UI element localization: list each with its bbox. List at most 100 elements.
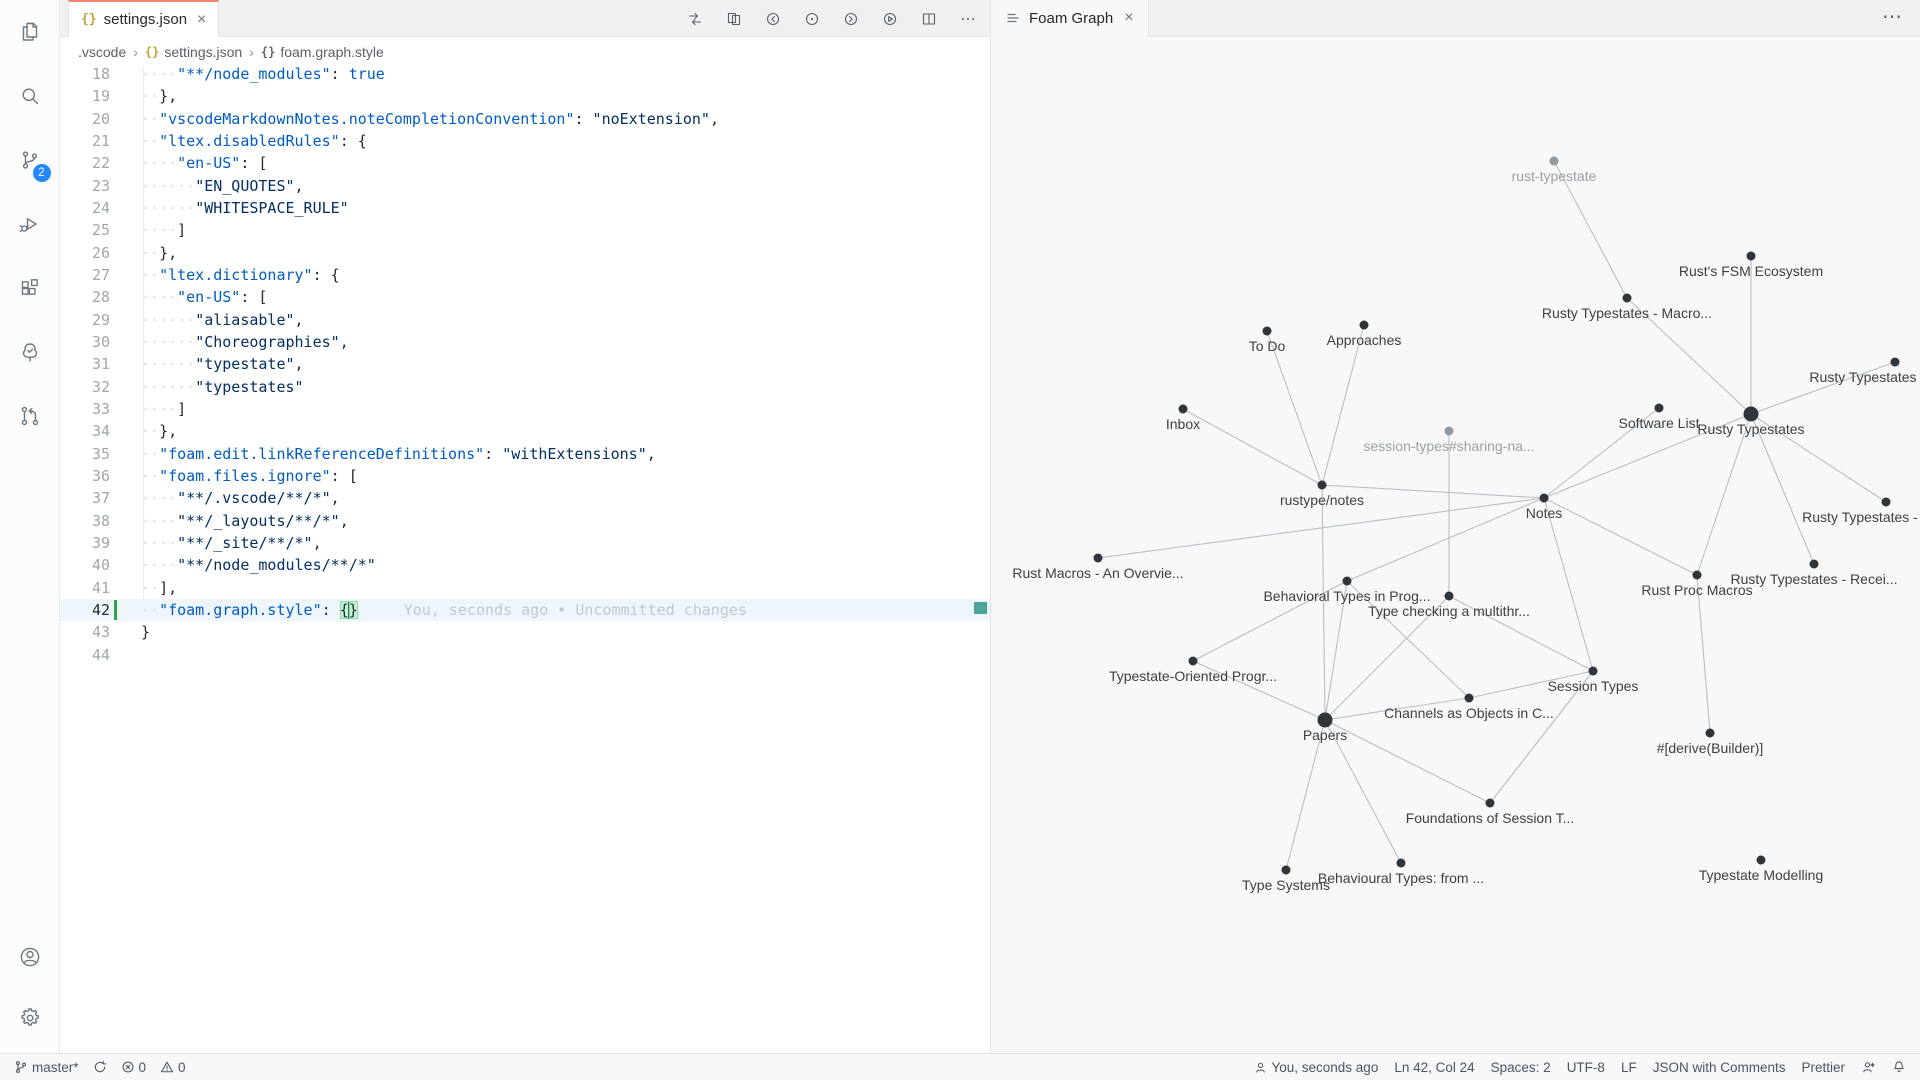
graph-node-rt_big[interactable] <box>1744 407 1759 422</box>
code-line-26[interactable]: 26··}, <box>60 242 990 264</box>
graph-node-rustype[interactable] <box>1318 481 1327 490</box>
open-changes-icon[interactable] <box>687 11 703 27</box>
code-line-27[interactable]: 27··"ltex.dictionary": { <box>60 264 990 286</box>
graph-node-approaches[interactable] <box>1360 321 1369 330</box>
status-commit-author[interactable]: You, seconds ago <box>1254 1060 1378 1075</box>
extensions-icon[interactable] <box>0 256 60 320</box>
more-actions-icon[interactable] <box>960 11 976 27</box>
status-warnings[interactable]: 0 <box>160 1060 186 1075</box>
status-git-branch[interactable]: master* <box>14 1060 79 1075</box>
graph-node-rt_right[interactable] <box>1882 498 1891 507</box>
graph-node-papers[interactable] <box>1318 713 1333 728</box>
graph-node-notes[interactable] <box>1540 494 1549 503</box>
code-editor[interactable]: 18····"**/node_modules": true19··},20··"… <box>60 66 990 1053</box>
tab-close-icon[interactable]: × <box>197 11 206 29</box>
code-line-34[interactable]: 34··}, <box>60 420 990 442</box>
code-line-32[interactable]: 32······"typestates" <box>60 376 990 398</box>
settings-gear-icon[interactable] <box>0 989 60 1053</box>
graph-node-behavioural_from[interactable] <box>1397 859 1406 868</box>
run-debug-icon[interactable] <box>0 192 60 256</box>
code-line-40[interactable]: 40····"**/node_modules/**/*" <box>60 554 990 576</box>
compare-file-icon[interactable] <box>726 11 742 27</box>
split-editor-icon[interactable] <box>921 11 937 27</box>
code-line-44[interactable]: 44 <box>60 644 990 666</box>
code-line-33[interactable]: 33····] <box>60 398 990 420</box>
code-line-41[interactable]: 41··], <box>60 577 990 599</box>
code-line-29[interactable]: 29······"aliasable", <box>60 309 990 331</box>
code-text: ······"WHITESPACE_RULE" <box>141 197 349 219</box>
more-actions-icon[interactable]: ⋯ <box>1882 4 1904 29</box>
breadcrumb-folder[interactable]: .vscode <box>78 44 126 60</box>
graph-node-type_systems[interactable] <box>1282 866 1291 875</box>
graph-node-modelling[interactable] <box>1757 856 1766 865</box>
code-line-21[interactable]: 21··"ltex.disabledRules": { <box>60 130 990 152</box>
graph-node-todo[interactable] <box>1263 327 1272 336</box>
testing-tree-icon[interactable] <box>0 320 60 384</box>
next-change-icon[interactable] <box>843 11 859 27</box>
code-line-37[interactable]: 37····"**/.vscode/**/*", <box>60 487 990 509</box>
status-formatter[interactable]: Prettier <box>1801 1060 1845 1075</box>
code-line-22[interactable]: 22····"en-US": [ <box>60 152 990 174</box>
line-number: 26 <box>60 242 110 264</box>
status-encoding[interactable]: UTF-8 <box>1567 1060 1605 1075</box>
status-sync[interactable] <box>93 1060 107 1074</box>
status-label: master* <box>32 1060 79 1075</box>
code-line-38[interactable]: 38····"**/_layouts/**/*", <box>60 510 990 532</box>
code-text: ····"**/_site/**/*", <box>141 532 322 554</box>
breadcrumb-file[interactable]: {} settings.json <box>145 44 242 60</box>
graph-node-behavioral[interactable] <box>1343 577 1352 586</box>
code-line-30[interactable]: 30······"Choreographies", <box>60 331 990 353</box>
graph-node-rust_typestate[interactable] <box>1550 157 1559 166</box>
code-line-35[interactable]: 35··"foam.edit.linkReferenceDefinitions"… <box>60 443 990 465</box>
status-indentation[interactable]: Spaces: 2 <box>1491 1060 1551 1075</box>
status-language-mode[interactable]: JSON with Comments <box>1653 1060 1786 1075</box>
git-graph-icon[interactable] <box>0 384 60 448</box>
status-feedback[interactable] <box>1861 1060 1876 1074</box>
tab-settings-json[interactable]: {} settings.json × <box>68 0 219 37</box>
graph-node-type_checking[interactable] <box>1445 592 1454 601</box>
code-line-23[interactable]: 23······"EN_QUOTES", <box>60 175 990 197</box>
run-icon[interactable] <box>882 11 898 27</box>
graph-node-rt_tr[interactable] <box>1891 358 1900 367</box>
breadcrumb-symbol[interactable]: {} foam.graph.style <box>261 44 384 60</box>
graph-node-typestate_oriented[interactable] <box>1189 657 1198 666</box>
status-eol[interactable]: LF <box>1621 1060 1637 1075</box>
code-line-19[interactable]: 19··}, <box>60 85 990 107</box>
graph-node-label: Channels as Objects in C... <box>1384 705 1554 721</box>
graph-node-inbox[interactable] <box>1179 405 1188 414</box>
code-line-36[interactable]: 36··"foam.files.ignore": [ <box>60 465 990 487</box>
graph-node-fsm[interactable] <box>1747 252 1756 261</box>
graph-node-rt_recei[interactable] <box>1810 560 1819 569</box>
code-line-43[interactable]: 43} <box>60 621 990 643</box>
status-cursor-position[interactable]: Ln 42, Col 24 <box>1394 1060 1474 1075</box>
status-errors[interactable]: 0 <box>121 1060 147 1075</box>
code-line-28[interactable]: 28····"en-US": [ <box>60 286 990 308</box>
code-line-39[interactable]: 39····"**/_site/**/*", <box>60 532 990 554</box>
explorer-icon[interactable] <box>0 0 60 64</box>
current-change-icon[interactable] <box>804 11 820 27</box>
graph-node-session_types[interactable] <box>1589 667 1598 676</box>
graph-node-channels[interactable] <box>1465 694 1474 703</box>
code-line-20[interactable]: 20··"vscodeMarkdownNotes.noteCompletionC… <box>60 108 990 130</box>
panel-tab-close-icon[interactable]: × <box>1124 9 1133 27</box>
code-line-24[interactable]: 24······"WHITESPACE_RULE" <box>60 197 990 219</box>
graph-node-derive[interactable] <box>1706 729 1715 738</box>
graph-node-foundations[interactable] <box>1486 799 1495 808</box>
knowledge-graph[interactable]: rust-typestateRust's FSM EcosystemRusty … <box>991 37 1920 1053</box>
source-control-icon[interactable]: 2 <box>0 128 60 192</box>
graph-node-macro[interactable] <box>1623 294 1632 303</box>
previous-change-icon[interactable] <box>765 11 781 27</box>
tab-foam-graph[interactable]: Foam Graph × <box>991 0 1149 37</box>
code-line-31[interactable]: 31······"typestate", <box>60 353 990 375</box>
graph-node-proc_macros[interactable] <box>1693 571 1702 580</box>
account-icon[interactable] <box>0 925 60 989</box>
graph-node-sess_sharing[interactable] <box>1445 427 1454 436</box>
status-notifications[interactable] <box>1892 1060 1906 1074</box>
graph-node-software[interactable] <box>1655 404 1664 413</box>
code-line-18[interactable]: 18····"**/node_modules": true <box>60 66 990 85</box>
code-line-42[interactable]: 42··"foam.graph.style": {}You, seconds a… <box>60 599 990 621</box>
search-icon[interactable] <box>0 64 60 128</box>
status-label: JSON with Comments <box>1653 1060 1786 1075</box>
code-line-25[interactable]: 25····] <box>60 219 990 241</box>
graph-node-rust_macros[interactable] <box>1094 554 1103 563</box>
